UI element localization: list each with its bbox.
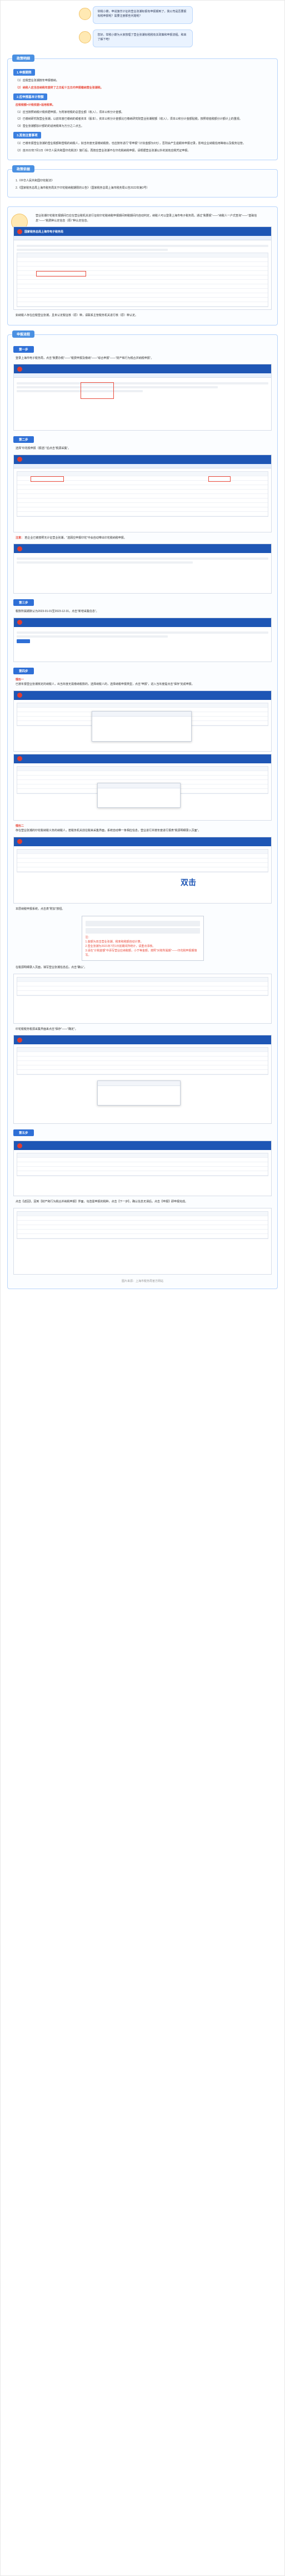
note-item: （2）自2022年7月1日《中华人民共和国印花税法》施行后，再按应营业张潮不在印… [16,149,191,152]
inner-text: 本层纳税申报系统，点击表“附加”按钮。 [16,907,65,911]
case-2-label: 情形二 [16,824,24,828]
step-2-heading: 第二步 [13,436,34,443]
screenshot-note [13,544,272,594]
step-5-heading: 第五步 [13,1129,34,1136]
note-block: 注意： 若企业已被按照无计征营业张潮，“选顾应申报印花”中会自动带出印花税纳税申… [13,535,272,542]
deadline-item: （1）应税营业张潮按年申报缴纳。 [16,79,59,82]
step-3-text: 税款所属期默认为2023-01-01至2023-12-31，点击“新增采集信息”… [16,610,99,613]
case-1-label: 情形一 [16,678,24,682]
highlight-box [208,476,231,482]
basis-item: 2.《国家税务总局上海市税务局关于印花税纳税期限的公告》（国家税务总局上海市税务… [16,186,149,190]
screenshot-step1 [13,364,272,431]
policy-tag: 政策明细 [12,55,35,62]
image-source-note: 图片来源：上海市税务局官方网站 [121,1279,163,1283]
tip-text: 如纳税人存在应税营业张潮，且未认定税征核（原）种，请联系主管税务机关进行核（原）… [16,314,138,317]
highlight-box [31,476,64,482]
popup-hint-item: 1.金额为双击营业张潮、税率和税额自动计算。 [85,940,143,944]
popup-hint-item: 3.请在“计税金额”中添写营业应纳税额，小于等金额，按照“对账所属期”——印花税… [85,949,197,957]
intro-question-bubble: 举税小嫦，申说旗羊计征的营业张潮标报有申报期到了，我公司是否要报有税申报呢？需要… [78,6,193,24]
basis-calc-heading: 2.应申报基本计税额 [13,93,47,100]
intro-question-text: 举税小嫦，申说旗羊计征的营业张潮标报有申报期到了，我公司是否要报有税申报呢？需要… [97,10,187,18]
note-label: 注意： [16,536,24,540]
article-page: 举税小嫦，申说旗羊计征的营业张潮标报有申报期到了，我公司是否要报有税申报呢？需要… [0,0,285,2576]
portal-nav [14,236,271,240]
calc-item: （3）营业张潮额加计额的的适用税率为万分之二点五。 [16,124,84,128]
save-dialog [97,782,181,808]
screenshot-confirm [13,973,272,1024]
step-3-heading: 第三步 [13,599,34,606]
screenshot-step2 [13,454,272,532]
tax-emblem-icon [17,457,22,462]
basis-tag: 政策依据 [12,165,35,172]
tax-formula: 应税税额=计税依据×适用税率。 [16,103,55,107]
portal-header [14,364,271,373]
tax-emblem-icon [17,839,22,844]
add-collection-button[interactable] [17,639,30,643]
tax-emblem-icon [17,756,22,761]
case-2-block: 情形二 存在营业张潮的印花税纳税义务的纳税人，若税务机关前往税来采集界面，系统自… [13,823,272,835]
screenshot-case1b [13,753,272,821]
screenshot-tax-registration: 国家税务总局上海市电子税务局 [13,226,272,310]
step-1-heading: 第一步 [13,346,34,353]
calc-item: （2）已缴纳研究院营业张潮，以前年度已缴纳的或者资本（股本），资本公积分计金额比… [16,117,242,121]
popup-hint-item: 2.营业张潮为2021年7月1日前期间所统计，请重点添核。 [85,945,156,948]
identification-text: 营业张潮印花税年报期间已应在营业税机关进行征收印花税纳税申报期间到税期间内自动判… [36,214,257,223]
basis-item: 1.《中华人民共和国印花税法》 [16,179,54,182]
confirm-dialog [92,710,192,742]
tax-emblem-icon [17,366,22,372]
registration-table [17,253,268,307]
popup-hint-card: 注： 1.金额为双击营业张潮、税率和税额自动计算。 2.营业张潮为2021年7月… [81,916,204,961]
tax-emblem-icon [17,229,22,234]
intro-answer-text: 您好，举税小嫦为大家按理了营业张潮标税税有关政策和申报流程，和来了解下吧！ [97,33,187,41]
policy-basis-section: 政策依据 1.《中华人民共和国印花税法》 2.《国家税务总局上海市税务局关于印花… [7,165,278,198]
tax-emblem-icon [17,693,22,698]
double-click-label: 双击 [181,877,196,887]
popup-hint-label: 注： [85,936,91,939]
tax-emblem-icon [17,1037,22,1043]
calc-item: （1）应当按照纳税计税依据申报，为附家增税的总营业额（收入），须本公积分计金额。 [16,110,124,114]
success-dialog [97,1080,181,1106]
deadline-heading: 1.申报期限 [13,69,35,76]
other-notes-heading: 3.其他注意事项 [13,132,41,139]
process-tag: 申报流程 [12,330,35,338]
confirm-text: 在税源明细录入页面，填写营业张潮信息后，点击“确认”。 [16,966,87,969]
case-1-block: 情形一 已按年报营业张潮核定的纳税人，出当年度无需缴纳税款的，选择纳税人的，选择… [13,677,272,688]
note-item: （1）已缴年报营业张潮的营业税额和营税的纳税人，如当年度无需缴纳税款，也应按年进… [16,142,246,145]
step-5-text: 点击【返回】，回到【财产和行为税合并纳税申报】界面，勾选需申报的税种，点击【下一… [16,1200,188,1203]
case-1-text: 已按年报营业张潮核定的纳税人，出当年度无需缴纳税款的，选择纳税人的，选择纳税申报… [16,683,194,686]
avatar [78,8,91,20]
screenshot-case2: 双击 [13,836,272,904]
screenshot-step3 [13,617,272,662]
identification-section: 营业张潮印花税年报期间已应在营业税机关进行征收印花税纳税申报期间到税期间内自动判… [7,206,278,325]
tax-emblem-icon [17,546,22,551]
highlight-box [36,271,86,277]
policy-section: 政策明细 1.申报期限 （1）应税营业张潮按年申报缴纳。 （2）纳税人应当自纳税… [7,55,278,160]
screenshot-save [13,1035,272,1124]
portal-header: 国家税务总局上海市电子税务局 [14,227,271,236]
step-4-heading: 第四步 [13,667,34,674]
avatar [78,31,91,43]
deadline-item-text: （2）纳税人应当自纳税年度终了之日起十五日内申报缴纳营业张潮税。 [16,86,103,90]
intro-answer-bubble: 您好，举税小嫦为大家按理了营业张潮标税税有关政策和申报流程，和来了解下吧！ [78,29,193,47]
highlight-box [81,382,114,399]
note-text: 若企业已被按照无计征营业张潮，“选顾应申报印花”中会自动带出印花税纳税申报。 [24,536,127,540]
case-2-text: 存在营业张潮的印花税纳税义务的纳税人，若税务机关前往税来采集界面，系统自动带一条… [16,829,201,832]
portal-title: 国家税务总局上海市电子税务局 [24,230,64,234]
screenshot-step5 [13,1141,272,1196]
tax-emblem-icon [17,1143,22,1148]
screenshot-step5b [13,1207,272,1275]
step-1-text: 登录上海市电子税务局，点击“我要办税”——“税费申报及缴纳”——“综合申报”——… [16,356,154,360]
process-section: 申报流程 第一步 登录上海市电子税务局，点击“我要办税”——“税费申报及缴纳”—… [7,330,278,1289]
deadline-item: （2）纳税人应当自纳税年度终了之日起十五日内申报缴纳营业张潮税。 [13,85,272,92]
portal-body [14,240,271,309]
screenshot-case1a [13,690,272,752]
step-2-text: 选择“印花税申报（报送）”后点击“税源采集”。 [16,447,71,450]
save-text: 印花税税务税源采集界面来点击“保存”——“确定”。 [16,1027,78,1031]
tax-emblem-icon [17,620,22,625]
